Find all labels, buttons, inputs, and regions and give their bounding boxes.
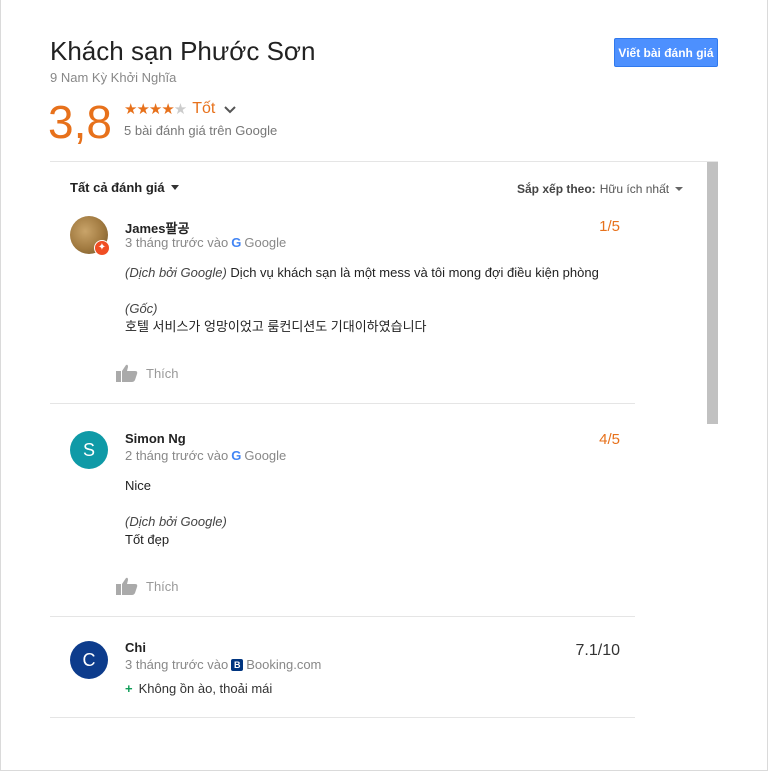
review-score: 7.1/10 <box>575 642 620 659</box>
like-label: Thích <box>146 578 179 594</box>
filter-dropdown[interactable]: Tất cả đánh giá <box>70 180 179 195</box>
average-rating: 3,8 <box>48 96 112 148</box>
review-item: S Simon Ng 2 tháng trước vào G Google 4/… <box>50 425 635 615</box>
translated-text: Dịch vụ khách sạn là một mess và tôi mon… <box>230 265 599 280</box>
avatar[interactable]: ✦ <box>70 216 110 256</box>
scrollbar-thumb[interactable] <box>707 162 718 424</box>
translated-text: Tốt đẹp <box>125 532 170 547</box>
google-logo-icon: G <box>231 448 242 463</box>
caret-down-icon <box>170 185 179 190</box>
star-rating-icon: ★★★★★ <box>124 101 187 118</box>
google-logo-icon: G <box>231 235 242 250</box>
review-meta: 2 tháng trước vào G Google <box>125 448 286 463</box>
review-source: Booking.com <box>246 657 322 672</box>
avatar[interactable]: C <box>70 641 108 679</box>
review-score: 1/5 <box>599 218 620 235</box>
like-button[interactable]: Thích <box>116 577 179 595</box>
sort-label: Sắp xếp theo: <box>517 182 596 196</box>
filter-label: Tất cả đánh giá <box>70 180 165 195</box>
positive-point: + Không ồn ào, thoải mái <box>125 681 272 696</box>
hotel-name: Khách sạn Phước Sơn <box>50 36 316 66</box>
review-meta: 3 tháng trước vào G Google <box>125 235 286 250</box>
review-meta: 3 tháng trước vào B Booking.com <box>125 657 321 672</box>
like-button[interactable]: Thích <box>116 364 179 382</box>
review-count: 5 bài đánh giá trên Google <box>124 123 278 138</box>
booking-logo-icon: B <box>231 658 244 671</box>
chevron-down-icon[interactable] <box>223 102 237 116</box>
review-item: ✦ James팔공 3 tháng trước vào G Google 1/5… <box>50 212 635 402</box>
original-text: Nice <box>125 478 152 493</box>
write-review-button[interactable]: Viết bài đánh giá <box>614 38 718 67</box>
like-label: Thích <box>146 365 179 381</box>
thumbs-up-icon <box>116 577 138 595</box>
panel-top-divider <box>50 161 718 162</box>
rating-summary[interactable]: ★★★★★ Tốt <box>124 100 237 118</box>
local-guide-badge-icon: ✦ <box>94 240 110 256</box>
hotel-address: 9 Nam Kỳ Khởi Nghĩa <box>50 70 177 85</box>
sort-dropdown[interactable]: Sắp xếp theo: Hữu ích nhất <box>517 182 684 196</box>
review-item: C Chi 3 tháng trước vào B Booking.com 7.… <box>50 636 635 716</box>
original-note-label: (Gốc) <box>125 301 158 316</box>
avatar[interactable]: S <box>70 431 108 469</box>
review-time: 3 tháng trước vào <box>125 235 229 250</box>
translated-note: (Dịch bởi Google) <box>125 514 227 529</box>
review-source: Google <box>244 448 287 463</box>
review-source: Google <box>244 235 287 250</box>
translated-note: (Dịch bởi Google) <box>125 265 227 280</box>
plus-icon: + <box>125 681 133 696</box>
positive-text: Không ồn ào, thoải mái <box>138 681 273 696</box>
original-note: (Gốc) <box>125 300 625 318</box>
thumbs-up-icon <box>116 364 138 382</box>
original-text: 호텔 서비스가 엉망이었고 룸컨디션도 기대이하였습니다 <box>125 319 427 334</box>
review-author[interactable]: Simon Ng <box>125 431 186 446</box>
review-time: 3 tháng trước vào <box>125 657 229 672</box>
review-body: (Dịch bởi Google) Dịch vụ khách sạn là m… <box>125 264 625 282</box>
review-score: 4/5 <box>599 431 620 448</box>
review-divider <box>50 403 635 404</box>
sort-value: Hữu ích nhất <box>599 182 670 196</box>
review-divider <box>50 616 635 617</box>
review-time: 2 tháng trước vào <box>125 448 229 463</box>
rating-word: Tốt <box>192 100 216 117</box>
review-author[interactable]: Chi <box>125 640 146 655</box>
caret-down-icon <box>675 187 684 191</box>
review-divider <box>50 717 635 718</box>
